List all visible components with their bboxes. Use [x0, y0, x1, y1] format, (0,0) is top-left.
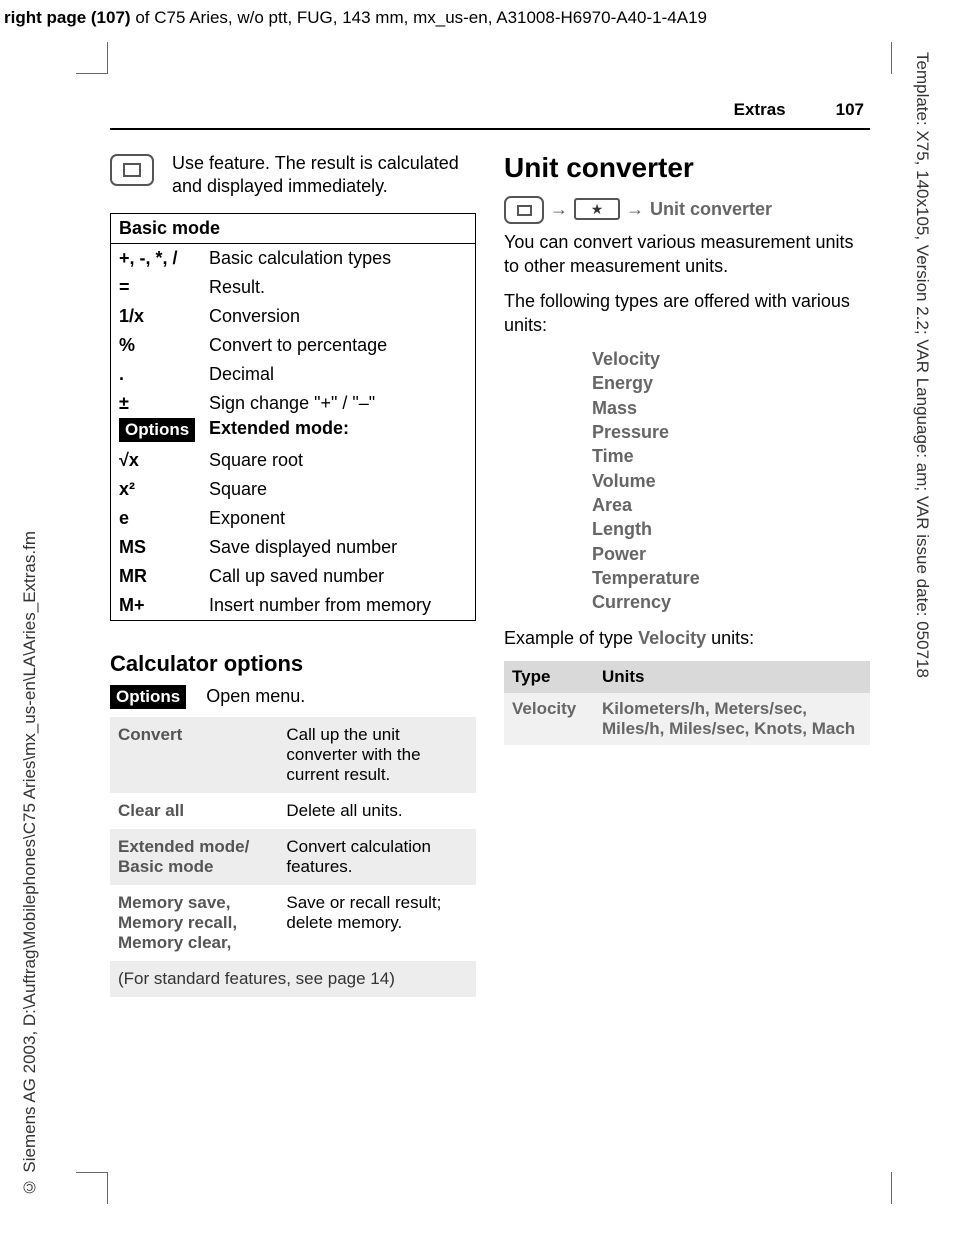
- arrow-icon: →: [550, 199, 568, 220]
- list-item: Energy: [592, 371, 870, 395]
- table-row: ConvertCall up the unit converter with t…: [110, 717, 476, 793]
- crop-mark: [76, 42, 108, 74]
- header-rest: of C75 Aries, w/o ptt, FUG, 143 mm, mx_u…: [131, 8, 707, 27]
- table-row: MSSave displayed number: [111, 533, 475, 562]
- table-row: Options Extended mode:: [111, 418, 475, 446]
- table-row: Velocity Kilometers/h, Meters/sec, Miles…: [504, 693, 870, 745]
- open-menu-label: Open menu.: [206, 686, 305, 707]
- col-type: Type: [504, 661, 594, 693]
- table-row: .Decimal: [111, 360, 475, 389]
- example-table: Type Units Velocity Kilometers/h, Meters…: [504, 661, 870, 745]
- list-item: Time: [592, 444, 870, 468]
- intro-para-2: The following types are offered with var…: [504, 289, 870, 338]
- crop-mark: [891, 42, 892, 74]
- table-row: 1/xConversion: [111, 302, 475, 331]
- favorites-icon: ★: [574, 198, 620, 220]
- table-row: Memory save, Memory recall, Memory clear…: [110, 885, 476, 961]
- nav-path: → ★ → Unit converter: [504, 194, 870, 224]
- table-row: MRCall up saved number: [111, 562, 475, 591]
- col-units: Units: [594, 661, 870, 693]
- list-item: Pressure: [592, 420, 870, 444]
- page-header: Extras 107: [110, 94, 870, 130]
- template-info: Template: X75, 140x105, Version 2.2; VAR…: [912, 52, 932, 678]
- table-row: =Result.: [111, 273, 475, 302]
- options-chip: Options: [110, 685, 186, 709]
- softkey-icon: [110, 154, 154, 186]
- intro-para-1: You can convert various measurement unit…: [504, 230, 870, 279]
- table-row: +, -, *, /Basic calculation types: [111, 244, 475, 273]
- basic-mode-title: Basic mode: [111, 214, 475, 244]
- header-prefix: right page (107): [4, 8, 131, 27]
- copyright-path: © Siemens AG 2003, D:\Auftrag\Mobilephon…: [20, 531, 40, 1196]
- arrow-icon: →: [626, 199, 644, 220]
- list-item: Mass: [592, 396, 870, 420]
- table-row: ±Sign change "+" / "–": [111, 389, 475, 418]
- table-row: eExponent: [111, 504, 475, 533]
- table-row: M+Insert number from memory: [111, 591, 475, 620]
- unit-converter-title: Unit converter: [504, 152, 870, 184]
- page-number: 107: [836, 100, 864, 120]
- table-row: %Convert to percentage: [111, 331, 475, 360]
- crop-mark: [76, 1172, 108, 1204]
- list-item: Length: [592, 517, 870, 541]
- source-header: right page (107) of C75 Aries, w/o ptt, …: [4, 8, 707, 28]
- table-footer: (For standard features, see page 14): [110, 961, 476, 997]
- table-row: x²Square: [111, 475, 475, 504]
- list-item: Power: [592, 542, 870, 566]
- calc-options-title: Calculator options: [110, 651, 476, 677]
- crop-mark: [891, 1172, 892, 1204]
- list-item: Temperature: [592, 566, 870, 590]
- options-chip: Options: [119, 418, 195, 442]
- intro-text: Use feature. The result is calculated an…: [172, 152, 476, 199]
- list-item: Velocity: [592, 347, 870, 371]
- table-header-row: Type Units: [504, 661, 870, 693]
- list-item: Area: [592, 493, 870, 517]
- table-row: Extended mode/ Basic modeConvert calcula…: [110, 829, 476, 885]
- table-row: √xSquare root: [111, 446, 475, 475]
- softkey-icon: [504, 196, 544, 224]
- list-item: Volume: [592, 469, 870, 493]
- nav-label: Unit converter: [650, 199, 772, 220]
- extended-mode-title: Extended mode:: [209, 418, 467, 442]
- type-list: Velocity Energy Mass Pressure Time Volum…: [592, 347, 870, 614]
- calc-options-table: ConvertCall up the unit converter with t…: [110, 717, 476, 997]
- list-item: Currency: [592, 590, 870, 614]
- example-label: Example of type Velocity units:: [504, 626, 870, 650]
- table-row: Clear allDelete all units.: [110, 793, 476, 829]
- basic-mode-table: Basic mode +, -, *, /Basic calculation t…: [110, 213, 476, 621]
- section-title: Extras: [734, 100, 786, 120]
